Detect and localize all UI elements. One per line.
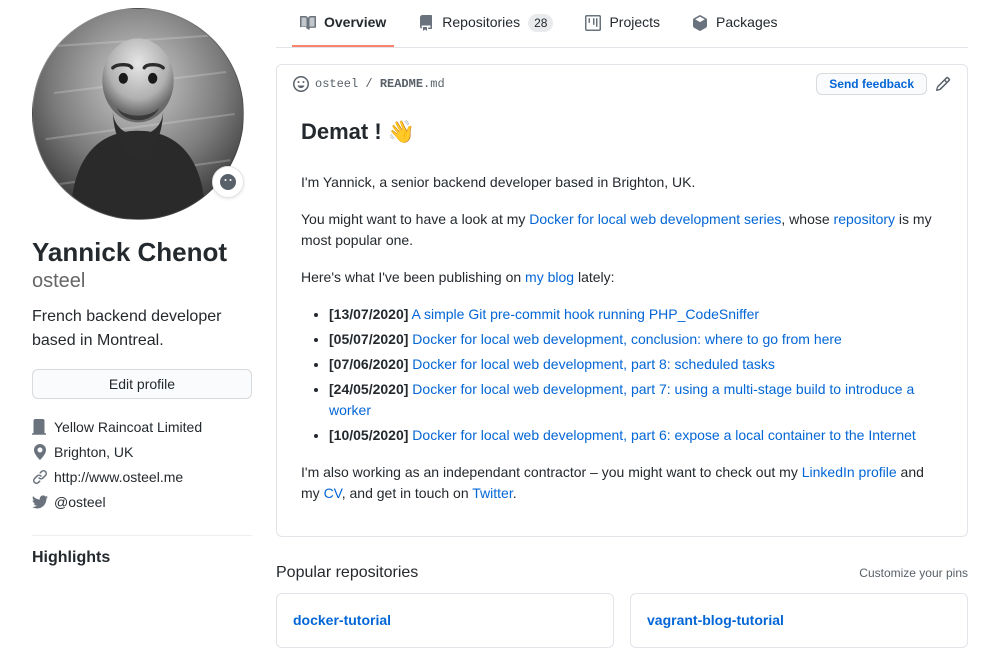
pinned-repo-card[interactable]: vagrant-blog-tutorial [630,593,968,648]
pinned-repo-card[interactable]: docker-tutorial [276,593,614,648]
repo-icon [418,15,434,31]
tab-repositories[interactable]: Repositories 28 [410,0,561,47]
highlights-heading: Highlights [32,535,252,570]
tab-projects[interactable]: Projects [577,0,668,47]
location-text: Brighton, UK [54,442,133,463]
list-item: [13/07/2020] A simple Git pre-commit hoo… [329,304,943,325]
list-item: [24/05/2020] Docker for local web develo… [329,379,943,421]
tab-repositories-label: Repositories [442,12,520,33]
website-text: http://www.osteel.me [54,467,183,488]
building-icon [32,419,48,435]
package-icon [692,15,708,31]
detail-location: Brighton, UK [32,440,252,465]
profile-login: osteel [32,269,252,293]
link-post[interactable]: A simple Git pre-commit hook running PHP… [412,306,760,322]
detail-website[interactable]: http://www.osteel.me [32,465,252,490]
link-post[interactable]: Docker for local web development, part 6… [412,427,916,443]
profile-sidebar: Yannick Chenot osteel French backend dev… [32,0,252,648]
tab-overview-label: Overview [324,12,386,33]
link-post[interactable]: Docker for local web development, conclu… [412,331,842,347]
readme-title: Demat ! 👋 [301,115,943,156]
link-post[interactable]: Docker for local web development, part 8… [412,356,775,372]
profile-name: Yannick Chenot [32,236,252,269]
company-text: Yellow Raincoat Limited [54,417,202,438]
link-docker-series[interactable]: Docker for local web development series [529,211,781,227]
readme-posts-list: [13/07/2020] A simple Git pre-commit hoo… [301,304,943,446]
tab-packages[interactable]: Packages [684,0,785,47]
avatar[interactable] [32,8,244,220]
list-item: [07/06/2020] Docker for local web develo… [329,354,943,375]
readme-owner: osteel [315,77,358,91]
send-feedback-button[interactable]: Send feedback [816,73,927,95]
readme-intro: I'm Yannick, a senior backend developer … [301,172,943,193]
link-twitter[interactable]: Twitter [472,485,512,501]
detail-twitter[interactable]: @osteel [32,490,252,515]
customize-pins-link[interactable]: Customize your pins [859,564,968,582]
smiley-icon [293,76,309,92]
popular-title: Popular repositories [276,561,418,585]
book-icon [300,15,316,31]
detail-company: Yellow Raincoat Limited [32,415,252,440]
twitter-icon [32,494,48,510]
tab-projects-label: Projects [609,12,660,33]
project-icon [585,15,601,31]
repo-count-badge: 28 [528,14,553,32]
readme-p3: Here's what I've been publishing on my b… [301,267,943,288]
readme-p4: I'm also working as an independant contr… [301,462,943,504]
profile-nav: Overview Repositories 28 Projects Packag… [276,0,968,48]
link-linkedin[interactable]: LinkedIn profile [802,464,897,480]
link-cv[interactable]: CV [324,485,342,501]
link-icon [32,469,48,485]
list-item: [05/07/2020] Docker for local web develo… [329,329,943,350]
edit-profile-button[interactable]: Edit profile [32,369,252,399]
tab-overview[interactable]: Overview [292,0,394,47]
readme-box: osteel / README.md Send feedback Demat !… [276,64,968,537]
tab-packages-label: Packages [716,12,777,33]
profile-bio: French backend developer based in Montre… [32,305,252,353]
readme-filename: README [380,77,423,91]
link-blog[interactable]: my blog [525,269,574,285]
link-repository[interactable]: repository [834,211,895,227]
link-post[interactable]: Docker for local web development, part 7… [329,381,914,418]
location-icon [32,444,48,460]
pinned-repo-name[interactable]: docker-tutorial [293,612,391,628]
readme-p2: You might want to have a look at my Dock… [301,209,943,251]
set-status-button[interactable] [212,166,244,198]
edit-readme-icon[interactable] [935,76,951,92]
pinned-repo-name[interactable]: vagrant-blog-tutorial [647,612,784,628]
twitter-text: @osteel [54,492,106,513]
list-item: [10/05/2020] Docker for local web develo… [329,425,943,446]
